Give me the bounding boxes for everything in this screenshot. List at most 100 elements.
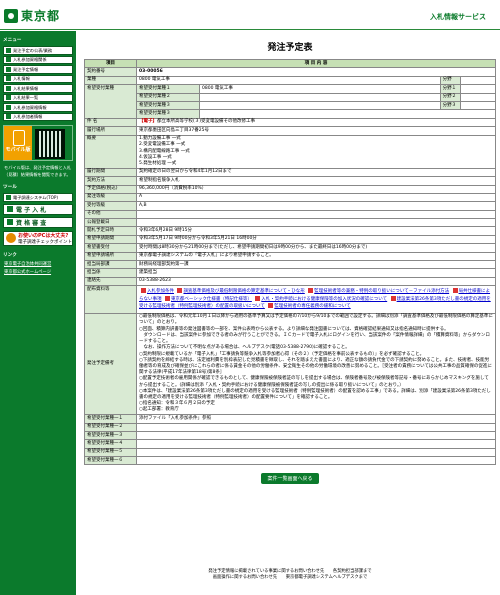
table-row: 予定価格(税込) 96,360,000円（消費税率10%） <box>84 184 496 194</box>
table-row: 連絡先 03-5388-2623 <box>84 276 496 287</box>
back-to-list-button[interactable]: 案件一覧画面へ戻る <box>261 473 319 485</box>
table-row: 契約方法 希望制指名競争入札 <box>84 176 496 186</box>
attach-3-value <box>136 430 496 441</box>
main-content: 発注予定表 項目 項 目 内 容 契約番号 03-00056 業種 0800 電… <box>84 31 497 485</box>
link-tokyo-official[interactable]: 東京都公式ホームページ <box>0 268 76 276</box>
link-e-government[interactable]: 東京電子自治体共同運営 <box>0 260 76 268</box>
notes-value: ○最低制限価格は、令和元年10月１日以降から適用の基準予算又は予定価格の7/10… <box>136 312 496 416</box>
other-value <box>136 209 496 220</box>
subject-label: 件 名 <box>84 117 137 128</box>
doc-link-conditions[interactable]: 入札参加条件 <box>147 289 174 294</box>
table-row: 希望受付業種一５ <box>84 447 496 458</box>
pdf-icon <box>390 295 396 301</box>
pc-check-line1: お使いのPCは大丈夫? <box>18 232 69 239</box>
attach-6-label: 希望受付業種一６ <box>84 456 137 466</box>
header: 東京都 入札情報サービス <box>0 0 500 30</box>
sidebar-item-qual-info[interactable]: 入札参加資格情報 <box>3 103 73 112</box>
doc-link-basic-spec[interactable]: 東京都ベーシック仕様書（特記仕様等） <box>171 297 252 302</box>
sidebar-item-result-list[interactable]: 入札結果一覧 <box>3 93 73 102</box>
industry-label: 業種 <box>84 75 137 86</box>
table-row: 希望受付業種一２ <box>84 422 496 432</box>
mobile-site-box[interactable]: モバイル版 <box>3 125 73 161</box>
note-paragraph: ○最低制限価格は、令和元年10月１日以降から適用の基準予算又は予定価格の7/10… <box>139 314 493 326</box>
sidebar: メニュー 発注予定の公表/業務 入札参加資格関係 発注予定情報 入札情報 入札結… <box>0 31 76 595</box>
system-name: 入札情報サービス <box>430 13 486 21</box>
menu-section-title: メニュー <box>3 38 22 43</box>
desired-3-label: 希望受付業種３ <box>136 100 200 111</box>
table-row: 業種 0800 電気工事 分野 <box>84 75 497 86</box>
table-row: 担当係 建築担当 <box>84 268 496 278</box>
period-label: 履行期間 <box>84 167 137 178</box>
doc-link-engineer-special[interactable]: 監理技術者等の兼務・特例の取り扱いについて－ファイル添付方法 <box>314 289 449 294</box>
pdf-icon <box>177 288 183 294</box>
bullet-icon <box>6 85 11 91</box>
person-value: 建築担当 <box>136 268 496 278</box>
desired-1-value: 0800 電気工事 <box>199 84 441 94</box>
notice-date-label: 公報登載日 <box>84 218 137 228</box>
field-3-value <box>459 100 497 111</box>
links-section-title: リンク <box>3 252 17 258</box>
sidebar-item-plan-info[interactable]: 発注予定情報 <box>3 65 73 74</box>
sidebar-item-ordering-plan[interactable]: 発注予定の公表/業務 <box>3 46 73 55</box>
pc-check-button[interactable]: お使いのPCは大丈夫? 電子調達チェックポイント <box>3 230 73 246</box>
grade-label: 発注等級 <box>84 192 137 203</box>
apply-period-label: 希望申請期間 <box>84 234 137 245</box>
office-value: 財務局経理部契約第一課 <box>136 259 496 270</box>
contract-no-value: 03-00056 <box>139 68 163 74</box>
table-row: その他 <box>84 209 496 220</box>
table-row: 希望受付業種一３ <box>84 430 496 441</box>
place-label: 履行場所 <box>84 126 137 136</box>
note-paragraph: ○回面、積算内訳書等の発注図書等の一部を、案件公表時から公表する。より詳細な発注… <box>139 326 449 332</box>
bullet-icon <box>6 95 11 101</box>
desired-2-label: 希望受付業種２ <box>136 92 200 102</box>
qualification-review-button[interactable]: 資 格 審 査 <box>3 216 73 228</box>
table-row: 履行期間 契約確定の日の翌日から令和4年1月12日まで <box>84 167 496 178</box>
place-value: 東京都墨田区向島三丁目37番25号 <box>136 126 496 136</box>
doc-link-price-standard[interactable]: 調査基準価格及び最低制限価格の算定基準について・ひな形 <box>183 289 304 294</box>
bullet-icon <box>6 47 11 53</box>
pdf-icon <box>452 288 458 294</box>
mobile-phone-icon: モバイル版 <box>4 126 32 160</box>
footer-line-2: 画面操作に関するお問い合わせ先 東京都電子調達システムヘルプデスクまで <box>212 575 368 580</box>
tokyo-logo[interactable]: 東京都 <box>4 7 60 24</box>
doc-link-dedication-relief[interactable]: 監理技術者の専任義務の緩和について <box>274 304 350 309</box>
desired-2-value <box>199 92 441 102</box>
mobile-note: モバイル版は、発注予定情報と入札（見積）結果情報を閲覧できます。 <box>4 165 72 177</box>
footer: 発注予定情報に掲載されている事業に関するお問い合わせ先 各契約担当部課まで 画面… <box>84 569 496 581</box>
e-bidding-button[interactable]: 電 子 入 札 <box>3 203 73 215</box>
attach-2-label: 希望受付業種一２ <box>84 422 137 432</box>
pdf-icon <box>255 295 261 301</box>
desired-3-value <box>199 100 441 111</box>
tools-section-title: ツール <box>3 185 17 190</box>
field-value <box>459 75 497 86</box>
pdf-icon <box>141 288 146 294</box>
note-paragraph: ○本案件は、「建設業法第26条第3項ただし書の規定の適用を受ける監理技術者（特例… <box>139 388 491 400</box>
table-row: 希望受付業種３ 分野３ <box>85 100 497 111</box>
sidebar-item-bid-info[interactable]: 入札情報 <box>3 74 73 83</box>
price-label: 予定価格(税込) <box>84 184 137 194</box>
col-header-item: 項目 <box>84 58 137 69</box>
sidebar-item-procurement-top[interactable]: 電子調達システム(TOP) <box>3 193 73 202</box>
table-row: 件 名 【電子】都立本所高等学校(３)受変電設備その他改修工事 <box>84 117 496 128</box>
grade-value: A <box>136 192 496 203</box>
pdf-icon <box>268 303 274 309</box>
doc-link-health-insurance[interactable]: 入札・契約手続における健康保険等の加入状況の確認について <box>261 297 387 302</box>
note-paragraph: ダウンロードは、当該案件に参加できる者のみが行うことができる。ＩＣカードで電子入… <box>139 332 490 345</box>
field-3-label: 分野３ <box>439 100 461 111</box>
other-label: その他 <box>84 209 137 220</box>
apply-method-value: 東京都電子調達システムの「電子入札」により希望申請すること。 <box>136 251 496 262</box>
sidebar-item-participants[interactable]: 入札参加者情報 <box>3 112 73 121</box>
field-2-value <box>459 92 497 102</box>
table-row: 希望受付業種一１ 添付ファイル「入札参加条件」参照 <box>84 414 496 424</box>
desired-4-value <box>199 109 496 119</box>
sidebar-item-qualification[interactable]: 入札参加資格関係 <box>3 55 73 64</box>
table-row: 希望書受付 受付時間は8時30分から21時00分まで(ただし、希望申請期間初日は9… <box>84 243 496 253</box>
square-icon <box>7 206 13 212</box>
sidebar-item-result-info[interactable]: 入札結果情報 <box>3 84 73 93</box>
desired-label: 希望受付業種 <box>84 84 137 119</box>
table-row: 受付等級 A,B <box>84 201 496 211</box>
table-header-row: 項目 項 目 内 容 <box>84 58 496 69</box>
accept-grade-value: A,B <box>136 201 496 211</box>
summary-line: 5.発生材処理 一式 <box>139 160 177 166</box>
pdf-icon <box>164 295 170 301</box>
